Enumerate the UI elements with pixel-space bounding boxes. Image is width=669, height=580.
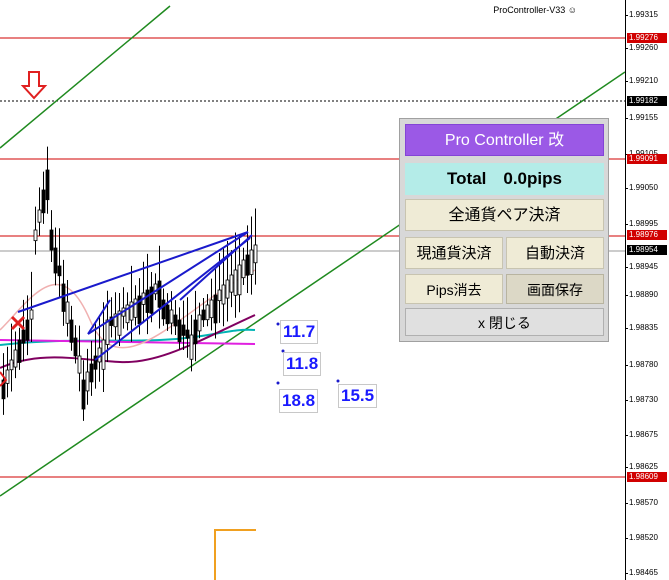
candle-body: [173, 314, 178, 327]
candle-body: [209, 299, 214, 319]
candle-body: [69, 319, 74, 343]
price-tick: 1.98730: [625, 395, 658, 404]
smiley-icon: ☺: [567, 5, 577, 15]
level-price-label: 1.98954: [627, 245, 667, 255]
candle-body: [13, 349, 18, 368]
candle-body: [229, 274, 234, 293]
candle-body: [221, 284, 226, 305]
pip-anchor-dot: [336, 379, 340, 383]
price-tick: 1.98520: [625, 533, 658, 542]
price-tick: 1.98890: [625, 290, 658, 299]
candle-body: [5, 369, 10, 384]
level-price-label: 1.98976: [627, 230, 667, 240]
level-price-label: 1.99091: [627, 154, 667, 164]
candle-body: [169, 309, 174, 324]
candle-body: [57, 265, 62, 277]
price-tick: 1.98945: [625, 262, 658, 271]
price-tick: 1.98465: [625, 568, 658, 577]
candle-body: [37, 209, 42, 223]
candle-body: [233, 269, 238, 296]
candle-body: [157, 280, 162, 308]
candle-body: [17, 339, 22, 363]
pip-label: 15.5: [338, 384, 378, 408]
candle-body: [165, 304, 170, 325]
indicator-title-text: ProController-V33: [493, 5, 566, 15]
candle-body: [253, 244, 258, 264]
candle-body: [177, 319, 182, 343]
candle-body: [185, 329, 190, 339]
candle-body: [133, 298, 138, 318]
candle-body: [89, 363, 94, 383]
candle-body: [65, 301, 70, 324]
candle-body: [213, 294, 218, 324]
candle-body: [29, 309, 34, 320]
price-tick: 1.99315: [625, 10, 658, 19]
price-tick: 1.99050: [625, 183, 658, 192]
total-pips-display: Total 0.0pips: [405, 163, 604, 195]
candle-body: [225, 279, 230, 299]
price-tick: 1.99260: [625, 43, 658, 52]
candle-body: [149, 286, 154, 314]
candle-body: [21, 329, 26, 344]
level-price-label: 1.99182: [627, 96, 667, 106]
candle-body: [189, 334, 194, 360]
channel-line-upper[interactable]: [0, 5, 171, 149]
candle-body: [197, 314, 202, 332]
close-x-icon: [10, 315, 26, 331]
candle-body: [53, 247, 58, 274]
pip-label: 18.8: [279, 389, 319, 413]
candle-body: [193, 319, 198, 345]
candle-body: [49, 229, 54, 251]
price-tick: 1.99210: [625, 76, 658, 85]
candle-body: [85, 371, 90, 392]
price-tick: 1.98625: [625, 462, 658, 471]
price-tick: 1.98675: [625, 430, 658, 439]
candle-body: [161, 299, 166, 320]
candle-body: [61, 283, 66, 312]
auto-close-button[interactable]: 自動決済: [506, 237, 604, 269]
candle-body: [77, 355, 82, 374]
candle-body: [73, 337, 78, 357]
indicator-title: ProController-V33 ☺: [493, 5, 577, 15]
orange-indicator-line: [214, 529, 256, 580]
price-tick: 1.98780: [625, 360, 658, 369]
candle-body: [145, 289, 150, 313]
price-axis[interactable]: 1.99315 1.99260 1.99210 1.99155 1.99105 …: [625, 0, 669, 580]
candle-body: [245, 254, 250, 276]
candle-body: [33, 229, 38, 242]
candle-body: [249, 249, 254, 275]
candle-body: [45, 169, 50, 201]
close-panel-button[interactable]: x 閉じる: [405, 308, 604, 336]
level-price-label: 1.99276: [627, 33, 667, 43]
price-tick: 1.98995: [625, 219, 658, 228]
pro-controller-panel: Pro Controller 改 Total 0.0pips 全通貨ペア決済 現…: [399, 118, 609, 342]
candle-body: [41, 189, 46, 214]
candle-body: [9, 359, 14, 371]
pip-label: 11.8: [283, 352, 322, 376]
price-chart[interactable]: ProController-V33 ☺ 11.7 11.8 18.8 15.5 …: [0, 0, 625, 580]
candle-body: [25, 319, 30, 341]
candle-body: [217, 289, 222, 302]
candlesticks: [1, 146, 258, 421]
price-tick: 1.98570: [625, 498, 658, 507]
down-arrow-icon: [20, 71, 48, 100]
candle-body: [205, 304, 210, 321]
candle-body: [105, 319, 110, 345]
close-all-pairs-button[interactable]: 全通貨ペア決済: [405, 199, 604, 231]
candle-body: [201, 309, 206, 321]
pip-anchor-dot: [276, 381, 280, 385]
price-tick: 1.98835: [625, 323, 658, 332]
candle-body: [181, 324, 186, 336]
panel-title[interactable]: Pro Controller 改: [405, 124, 604, 156]
close-current-pair-button[interactable]: 現通貨決済: [405, 237, 503, 269]
level-price-label: 1.98609: [627, 472, 667, 482]
pips-clear-button[interactable]: Pips消去: [405, 274, 503, 304]
save-screen-button[interactable]: 画面保存: [506, 274, 604, 304]
candle-body: [81, 379, 86, 410]
candle-body: [241, 259, 246, 279]
pip-label: 11.7: [280, 320, 319, 344]
price-tick: 1.99155: [625, 113, 658, 122]
candle-body: [237, 264, 242, 296]
